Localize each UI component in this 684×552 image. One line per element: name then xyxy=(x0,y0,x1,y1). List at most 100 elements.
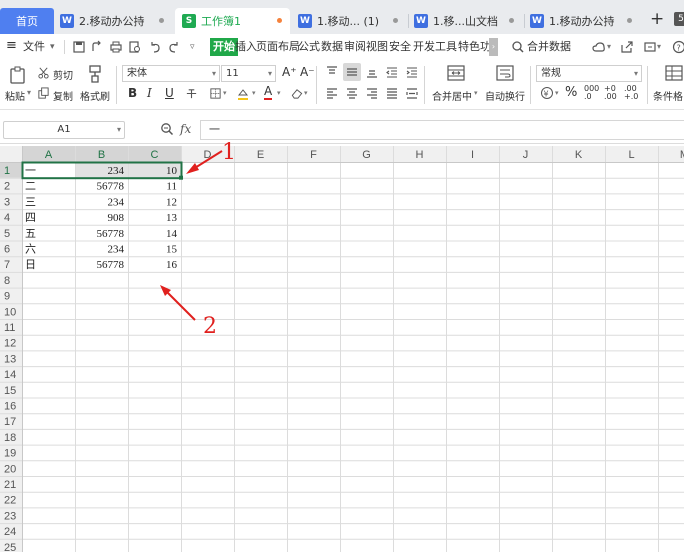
align-bottom-icon[interactable] xyxy=(365,65,379,79)
redo-icon[interactable] xyxy=(167,40,181,54)
tab-home[interactable]: 首页 xyxy=(0,8,54,34)
italic-button[interactable]: I xyxy=(147,86,152,100)
merge-center-button[interactable]: 合并居中 xyxy=(432,88,472,103)
row-header-10[interactable]: 10 xyxy=(4,306,16,318)
help-icon[interactable]: ? xyxy=(672,40,684,54)
cell-B5[interactable]: 56778 xyxy=(97,228,125,240)
cell-A1[interactable]: 一 xyxy=(25,164,36,177)
row-header-9[interactable]: 9 xyxy=(4,291,10,303)
row-header-5[interactable]: 5 xyxy=(4,228,10,240)
font-name-select[interactable]: 宋体 ▾ xyxy=(122,65,220,82)
undo-icon[interactable] xyxy=(148,40,162,54)
menu-developer[interactable]: 开发工具 xyxy=(413,38,457,56)
cut-button[interactable]: 剪切 xyxy=(53,67,73,82)
cell-A3[interactable]: 三 xyxy=(25,195,36,208)
justify-icon[interactable] xyxy=(385,86,399,100)
menu-scroll-right-icon[interactable]: › xyxy=(489,38,498,56)
menu-start[interactable]: 开始 xyxy=(210,38,238,56)
cell-B6[interactable]: 234 xyxy=(108,244,125,256)
borders-icon[interactable] xyxy=(209,87,222,100)
spreadsheet-grid[interactable]: ABCDEFGHIJKLM123456789101112131415161718… xyxy=(0,146,684,552)
font-size-select[interactable]: 11 ▾ xyxy=(221,65,276,82)
row-header-18[interactable]: 18 xyxy=(4,432,16,444)
tab-dot-icon[interactable] xyxy=(393,18,398,23)
chevron-down-icon[interactable]: ▾ xyxy=(27,88,31,97)
row-header-14[interactable]: 14 xyxy=(4,369,16,381)
fill-color-icon[interactable] xyxy=(236,87,250,101)
chevron-down-icon[interactable]: ▾ xyxy=(607,38,611,56)
save-icon[interactable] xyxy=(72,40,86,54)
column-header-K[interactable]: K xyxy=(575,149,583,161)
cell-B2[interactable]: 56778 xyxy=(97,181,125,193)
format-painter-button[interactable]: 格式刷 xyxy=(80,88,110,103)
align-top-icon[interactable] xyxy=(325,65,339,79)
collaborate-icon[interactable] xyxy=(643,40,657,54)
menu-page-layout[interactable]: 页面布局 xyxy=(256,38,300,56)
share-icon[interactable] xyxy=(620,40,634,54)
cell-A7[interactable]: 日 xyxy=(25,258,36,271)
menu-review[interactable]: 审阅 xyxy=(344,38,366,56)
chevron-down-icon[interactable]: ▾ xyxy=(657,38,661,56)
export-icon[interactable] xyxy=(90,40,104,54)
decrease-decimal-icon[interactable]: .00 +.0 xyxy=(624,85,638,101)
cell-C7[interactable]: 16 xyxy=(166,259,178,271)
print-icon[interactable] xyxy=(109,40,123,54)
search-merge-data[interactable]: 合并数据 xyxy=(527,38,571,56)
row-header-25[interactable]: 25 xyxy=(4,542,16,552)
indent-decrease-icon[interactable] xyxy=(385,65,399,79)
row-header-20[interactable]: 20 xyxy=(4,463,16,475)
align-middle-icon[interactable] xyxy=(345,65,359,79)
tab-doc-4[interactable]: W 1.移动办公持 xyxy=(530,8,640,34)
menu-formula[interactable]: 公式 xyxy=(298,38,320,56)
cloud-icon[interactable] xyxy=(592,40,606,54)
row-header-2[interactable]: 2 xyxy=(4,181,10,193)
unsaved-dot-icon[interactable] xyxy=(277,18,282,23)
column-header-B[interactable]: B xyxy=(98,149,105,161)
row-header-6[interactable]: 6 xyxy=(4,244,10,256)
currency-icon[interactable]: ¥ xyxy=(540,86,554,100)
grid-canvas[interactable]: ABCDEFGHIJKLM123456789101112131415161718… xyxy=(0,146,684,552)
name-box[interactable]: A1 ▾ xyxy=(3,121,125,139)
row-header-21[interactable]: 21 xyxy=(4,479,16,491)
cell-A2[interactable]: 二 xyxy=(25,180,36,193)
chevron-down-icon[interactable]: ▾ xyxy=(474,89,478,97)
cell-A6[interactable]: 六 xyxy=(25,243,36,256)
increase-font-icon[interactable]: A⁺ xyxy=(282,65,297,79)
chevron-down-icon[interactable]: ▾ xyxy=(304,89,308,97)
tab-doc-3[interactable]: W 1.移...山文档 xyxy=(414,8,522,34)
column-header-M[interactable]: M xyxy=(680,149,684,161)
decrease-font-icon[interactable]: A⁻ xyxy=(300,65,315,79)
quick-access-more-icon[interactable]: ▿ xyxy=(190,38,195,56)
align-right-icon[interactable] xyxy=(365,86,379,100)
chevron-down-icon[interactable]: ▾ xyxy=(223,89,227,97)
tab-dot-icon[interactable] xyxy=(159,18,164,23)
row-header-12[interactable]: 12 xyxy=(4,338,16,350)
cell-C6[interactable]: 15 xyxy=(166,244,178,256)
chevron-down-icon[interactable]: ▾ xyxy=(50,38,55,56)
column-header-G[interactable]: G xyxy=(362,149,371,161)
hamburger-icon[interactable]: ≡ xyxy=(6,37,17,55)
cell-C4[interactable]: 13 xyxy=(166,212,178,224)
cell-A5[interactable]: 五 xyxy=(25,227,36,240)
tab-doc-2[interactable]: W 1.移动... (1) xyxy=(298,8,406,34)
cell-C3[interactable]: 12 xyxy=(166,196,177,208)
tab-count-badge[interactable]: 5 xyxy=(674,12,684,26)
formula-input[interactable]: 一 xyxy=(200,120,684,140)
row-header-15[interactable]: 15 xyxy=(4,385,16,397)
chevron-down-icon[interactable]: ▾ xyxy=(252,89,256,97)
fill-handle[interactable] xyxy=(179,175,183,180)
row-header-8[interactable]: 8 xyxy=(4,275,10,287)
distributed-icon[interactable] xyxy=(405,86,419,100)
row-header-4[interactable]: 4 xyxy=(4,212,10,224)
column-header-F[interactable]: F xyxy=(310,149,317,161)
menu-data[interactable]: 数据 xyxy=(321,38,343,56)
search-icon[interactable] xyxy=(511,40,525,54)
thousands-separator-icon[interactable]: 000.0 xyxy=(584,85,599,101)
number-format-select[interactable]: 常规 ▾ xyxy=(536,65,642,82)
align-center-icon[interactable] xyxy=(345,86,359,100)
underline-button[interactable]: U xyxy=(165,86,174,100)
chevron-down-icon[interactable]: ▾ xyxy=(277,89,281,97)
cell-C2[interactable]: 11 xyxy=(166,181,177,193)
align-left-icon[interactable] xyxy=(325,86,339,100)
column-header-J[interactable]: J xyxy=(523,149,529,161)
